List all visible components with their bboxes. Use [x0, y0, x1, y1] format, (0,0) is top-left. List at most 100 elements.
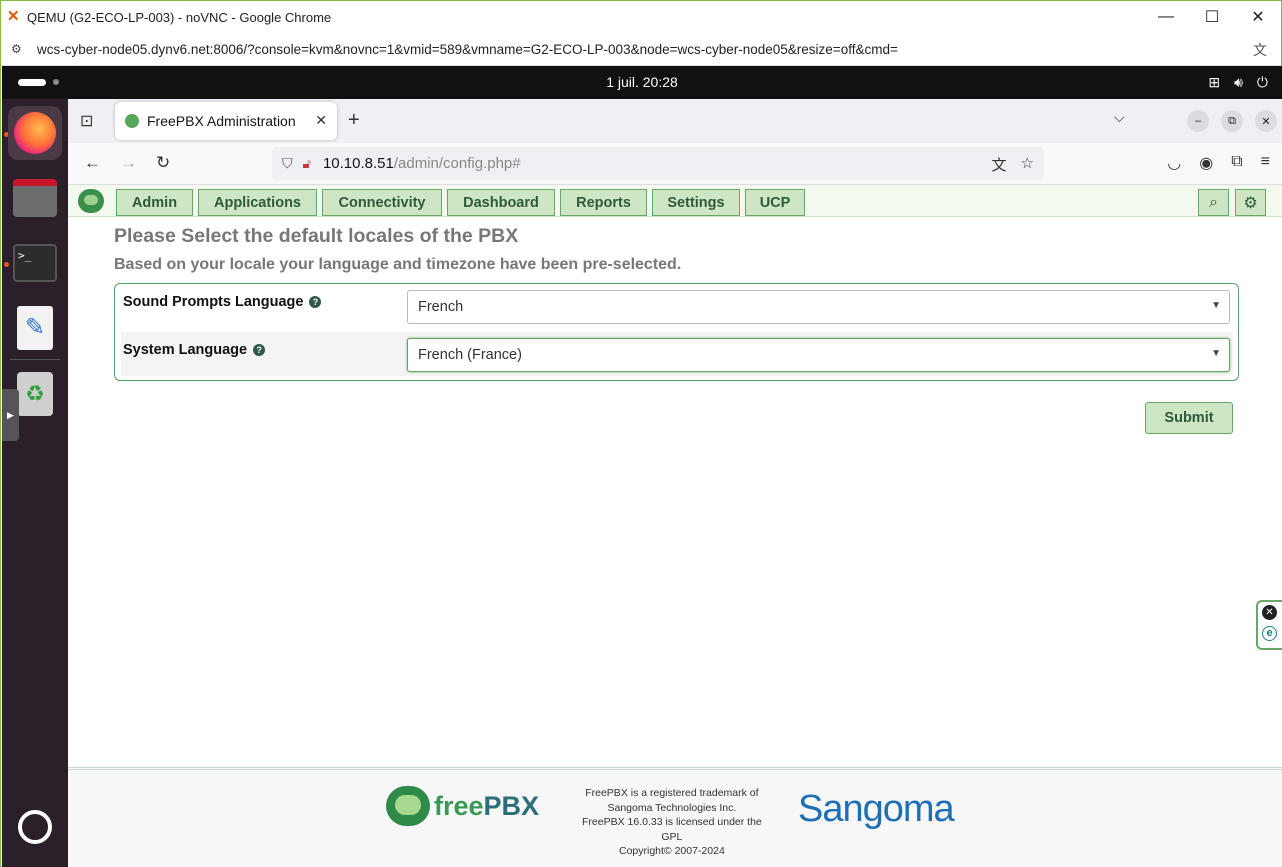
vm-desktop[interactable]: 1 juil. 20:28 ⊞ 🔊︎ ⏻ >_ ✎ ♻ ▶ ⊡ FreePBX … — [2, 66, 1282, 867]
url-path[interactable]: /admin/config.php# — [394, 155, 521, 172]
insecure-lock-icon[interactable]: 🔓︎ — [303, 156, 311, 172]
search-icon[interactable]: ⌕ — [1198, 189, 1229, 216]
clock[interactable]: 1 juil. 20:28 — [2, 74, 1282, 90]
reload-icon[interactable]: ↻ — [156, 153, 170, 173]
sound-prompts-language-select[interactable]: French ▼ — [407, 290, 1230, 324]
pocket-icon[interactable]: ◡ — [1167, 153, 1181, 173]
sangoma-logo[interactable]: Sangoma — [798, 788, 955, 831]
locale-form: Sound Prompts Language? French ▼ System … — [114, 283, 1239, 381]
ff-maximize-button[interactable]: ⧉ — [1221, 110, 1243, 132]
system-language-value: French (France) — [418, 347, 522, 363]
page-title: Please Select the default locales of the… — [114, 225, 519, 247]
window-title: QEMU (G2-ECO-LP-003) - noVNC - Google Ch… — [27, 9, 332, 25]
ff-close-button[interactable]: ✕ — [1255, 110, 1277, 132]
ff-minimize-button[interactable]: – — [1187, 110, 1209, 132]
power-icon[interactable]: ⏻ — [1257, 74, 1268, 91]
menu-admin[interactable]: Admin — [116, 189, 193, 216]
sound-prompts-row: Sound Prompts Language? French ▼ — [121, 284, 1233, 328]
gear-icon[interactable]: ⚙ — [1235, 189, 1266, 216]
menu-connectivity[interactable]: Connectivity — [322, 189, 442, 216]
system-language-row: System Language? French (France) ▼ — [121, 332, 1233, 376]
legal-line: FreePBX is a registered trademark of — [585, 787, 759, 799]
firefox-launcher[interactable] — [8, 106, 62, 160]
new-tab-icon[interactable]: + — [348, 109, 360, 132]
legal-line: Copyright© 2007-2024 — [618, 845, 725, 857]
list-all-tabs-icon[interactable]: ⌵ — [1114, 109, 1125, 126]
firefox-tab-bar: ⊡ FreePBX Administration ✕ + ⌵ – ⧉ ✕ — [68, 99, 1282, 143]
page-subtitle: Based on your locale your language and t… — [114, 256, 682, 273]
dock-separator — [10, 359, 60, 360]
system-language-label: System Language? — [123, 342, 266, 358]
freepbx-top-nav: Admin Applications Connectivity Dashboar… — [68, 185, 1282, 217]
chrome-address-bar[interactable]: ⚙ wcs-cyber-node05.dynv6.net:8006/?conso… — [1, 33, 1281, 66]
tab-freepbx[interactable]: FreePBX Administration ✕ — [115, 102, 337, 140]
menu-reports[interactable]: Reports — [560, 189, 647, 216]
freepbx-wordmark: freePBX — [434, 791, 539, 822]
widget-e-icon[interactable]: e — [1262, 626, 1277, 641]
legal-notice: FreePBX is a registered trademark of San… — [582, 786, 762, 859]
frog-logo-icon — [386, 786, 430, 826]
system-language-label-text: System Language — [123, 342, 248, 358]
account-icon[interactable]: ◉ — [1199, 153, 1213, 173]
close-button[interactable]: ✕ — [1235, 1, 1281, 33]
firefox-view-icon[interactable]: ⊡ — [80, 111, 93, 131]
freepbx-logo-icon[interactable] — [78, 189, 104, 213]
tab-title: FreePBX Administration — [147, 113, 296, 129]
files-icon — [13, 179, 57, 217]
close-widget-icon[interactable]: ✕ — [1262, 605, 1277, 620]
system-language-select[interactable]: French (France) ▼ — [407, 338, 1230, 372]
show-apps-icon[interactable] — [18, 810, 52, 844]
ubuntu-top-bar: 1 juil. 20:28 ⊞ 🔊︎ ⏻ — [2, 66, 1282, 99]
sound-prompts-label: Sound Prompts Language? — [123, 294, 322, 310]
freepbx-page: Admin Applications Connectivity Dashboar… — [68, 185, 1282, 867]
chevron-down-icon: ▼ — [1211, 300, 1221, 311]
brand-pbx: PBX — [483, 790, 540, 821]
volume-icon[interactable]: 🔊︎ — [1234, 74, 1243, 91]
freepbx-footer-logo[interactable]: freePBX — [386, 786, 539, 826]
chrome-url[interactable]: wcs-cyber-node05.dynv6.net:8006/?console… — [37, 42, 898, 57]
sound-prompts-language-value: French — [418, 299, 464, 315]
firefox-nav-bar: ← → ↻ ⛉ 🔓︎ 10.10.8.51/admin/config.php# … — [68, 143, 1282, 185]
ubuntu-dock: >_ ✎ ♻ ▶ — [2, 99, 68, 867]
help-icon[interactable]: ? — [309, 296, 322, 308]
submit-button[interactable]: Submit — [1145, 402, 1233, 434]
files-launcher[interactable] — [8, 171, 62, 225]
legal-line: Sangoma Technologies Inc. — [607, 801, 737, 814]
chevron-down-icon: ▼ — [1211, 348, 1221, 359]
translate-icon[interactable]: 文 — [1253, 40, 1267, 60]
extensions-icon[interactable]: ⧉ — [1231, 153, 1242, 173]
firefox-window: ⊡ FreePBX Administration ✕ + ⌵ – ⧉ ✕ ← →… — [68, 99, 1282, 867]
chrome-window: ✕ QEMU (G2-ECO-LP-003) - noVNC - Google … — [0, 0, 1282, 867]
terminal-icon: >_ — [13, 244, 57, 282]
dock-expand-arrow[interactable]: ▶ — [2, 389, 19, 441]
firefox-url-field[interactable]: ⛉ 🔓︎ 10.10.8.51/admin/config.php# 文 ☆ — [272, 147, 1044, 180]
forward-icon[interactable]: → — [120, 153, 137, 173]
app-menu-icon[interactable]: ≡ — [1261, 153, 1270, 173]
maximize-button[interactable]: ☐ — [1189, 1, 1235, 33]
translate-page-icon[interactable]: 文 — [992, 154, 1007, 175]
minimize-button[interactable]: — — [1143, 1, 1189, 33]
terminal-launcher[interactable]: >_ — [8, 236, 62, 290]
network-icon[interactable]: ⊞ — [1208, 74, 1220, 91]
text-editor-icon: ✎ — [17, 306, 53, 350]
back-icon[interactable]: ← — [84, 153, 101, 173]
menu-ucp[interactable]: UCP — [745, 189, 805, 216]
site-info-icon[interactable]: ⚙ — [11, 42, 27, 56]
page-footer: freePBX FreePBX is a registered trademar… — [68, 767, 1282, 867]
menu-dashboard[interactable]: Dashboard — [447, 189, 555, 216]
legal-line: GPL — [661, 830, 683, 843]
brand-free: free — [434, 790, 484, 821]
help-icon[interactable]: ? — [253, 344, 266, 356]
sound-prompts-label-text: Sound Prompts Language — [123, 294, 304, 310]
menu-settings[interactable]: Settings — [652, 189, 740, 216]
freepbx-favicon — [125, 114, 139, 128]
firefox-icon — [14, 112, 56, 154]
qemu-icon: ✕ — [7, 8, 20, 25]
close-tab-icon[interactable]: ✕ — [315, 112, 327, 129]
bookmark-star-icon[interactable]: ☆ — [1021, 154, 1034, 175]
text-editor-launcher[interactable]: ✎ — [8, 301, 62, 355]
menu-applications[interactable]: Applications — [198, 189, 317, 216]
url-host[interactable]: 10.10.8.51 — [323, 155, 394, 172]
tracking-shield-icon[interactable]: ⛉ — [282, 155, 293, 172]
side-widget: ✕ e — [1256, 600, 1282, 650]
